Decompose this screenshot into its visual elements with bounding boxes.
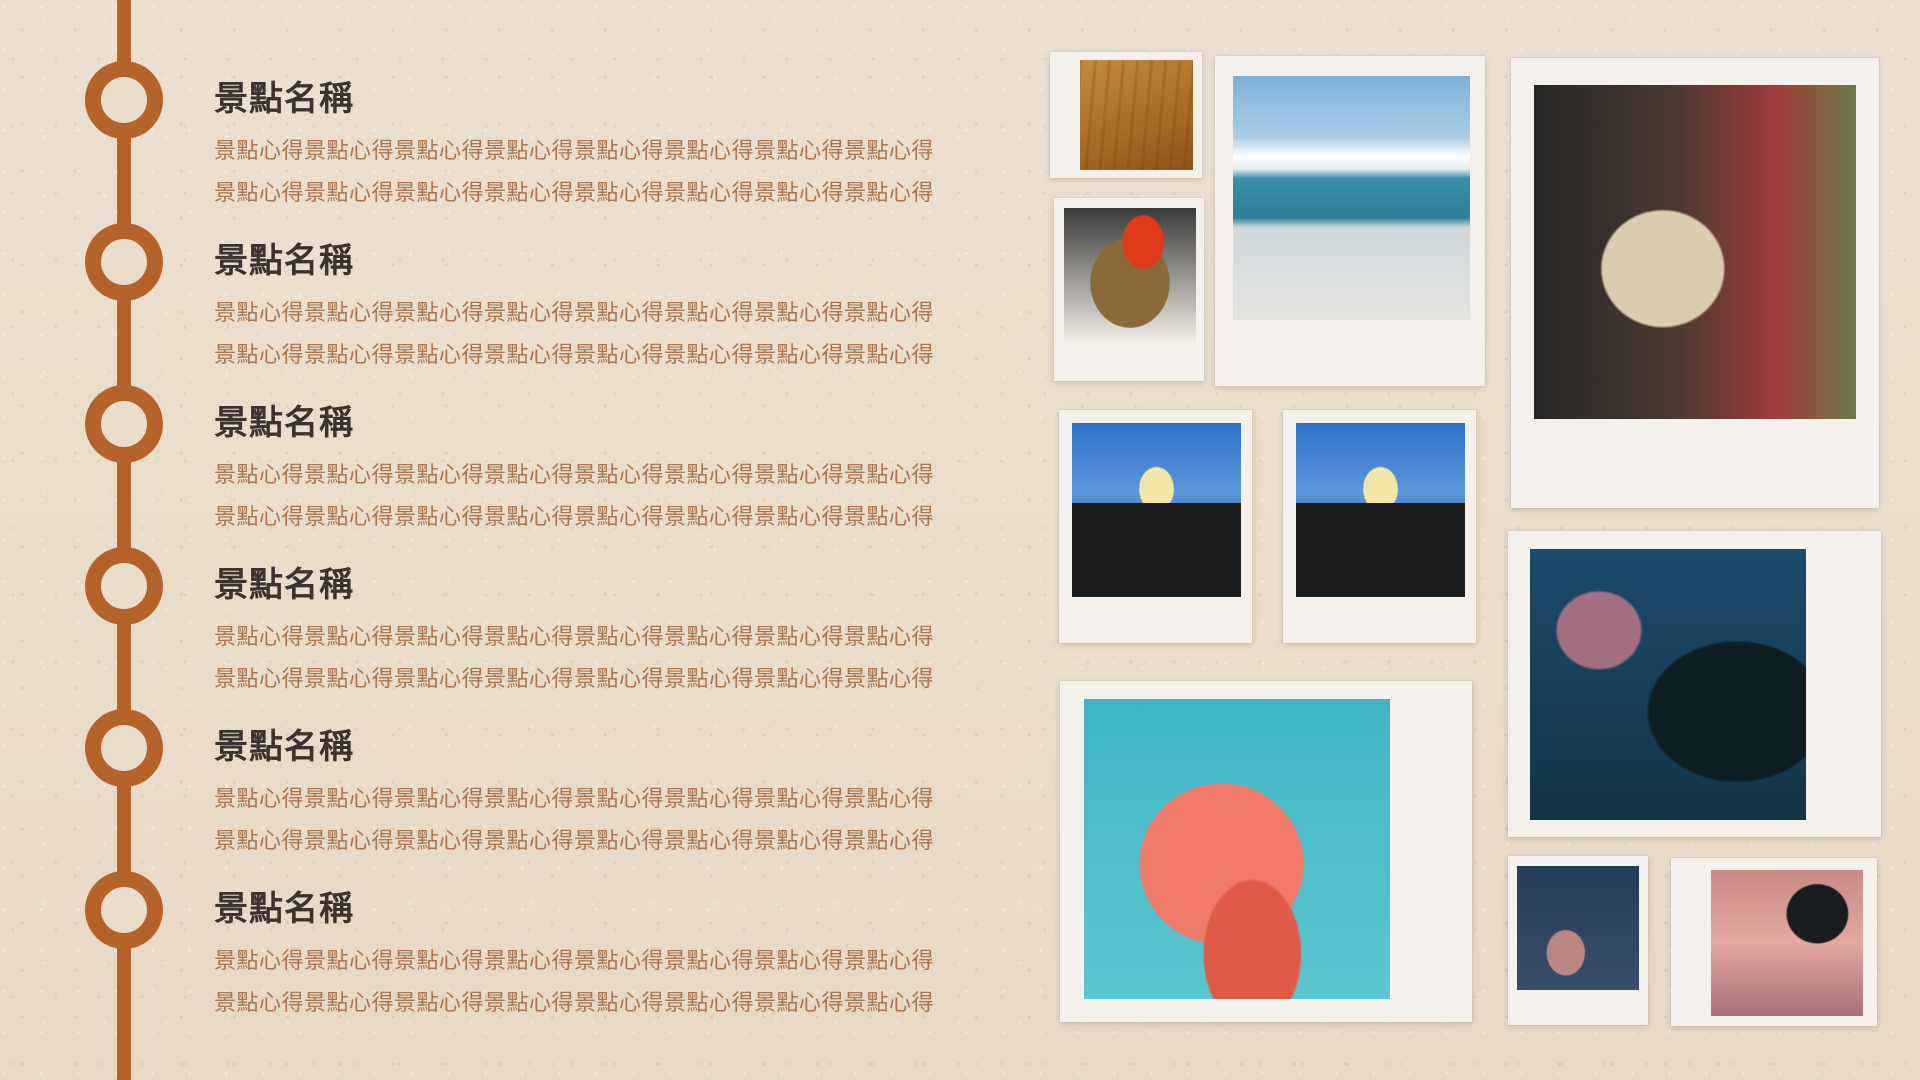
photo-frame <box>1060 681 1472 1022</box>
entry-line: 景點心得景點心得景點心得景點心得景點心得景點心得景點心得景點心得 <box>214 829 935 854</box>
entry-body: 景點心得景點心得景點心得景點心得景點心得景點心得景點心得景點心得 景點心得景點心… <box>214 617 1014 701</box>
timeline-node <box>85 223 163 301</box>
photo-frame <box>1511 58 1879 508</box>
timeline-node <box>85 871 163 949</box>
entry-line: 景點心得景點心得景點心得景點心得景點心得景點心得景點心得景點心得 <box>214 787 935 812</box>
timeline-node <box>85 61 163 139</box>
entry-body: 景點心得景點心得景點心得景點心得景點心得景點心得景點心得景點心得 景點心得景點心… <box>214 131 1014 215</box>
photo-frame <box>1671 858 1877 1026</box>
timeline-entry: 景點名稱 景點心得景點心得景點心得景點心得景點心得景點心得景點心得景點心得 景點… <box>214 563 1014 701</box>
timeline-entry: 景點名稱 景點心得景點心得景點心得景點心得景點心得景點心得景點心得景點心得 景點… <box>214 401 1014 539</box>
entry-line: 景點心得景點心得景點心得景點心得景點心得景點心得景點心得景點心得 <box>214 301 935 326</box>
timeline-node <box>85 547 163 625</box>
photo-frame <box>1508 531 1881 837</box>
entry-body: 景點心得景點心得景點心得景點心得景點心得景點心得景點心得景點心得 景點心得景點心… <box>214 941 1014 1025</box>
entry-title: 景點名稱 <box>214 79 354 119</box>
entry-title: 景點名稱 <box>214 565 354 605</box>
photo-frame <box>1050 52 1202 178</box>
entry-line: 景點心得景點心得景點心得景點心得景點心得景點心得景點心得景點心得 <box>214 181 935 206</box>
photo-frame <box>1508 856 1648 1025</box>
entry-line: 景點心得景點心得景點心得景點心得景點心得景點心得景點心得景點心得 <box>214 667 935 692</box>
town-photo-1 <box>1072 423 1241 597</box>
food-photo <box>1064 208 1196 344</box>
wood-photo <box>1080 60 1193 170</box>
entry-title: 景點名稱 <box>214 727 354 767</box>
entry-line: 景點心得景點心得景點心得景點心得景點心得景點心得景點心得景點心得 <box>214 625 935 650</box>
coral-photo <box>1084 699 1390 999</box>
photo-frame <box>1059 410 1252 643</box>
entry-line: 景點心得景點心得景點心得景點心得景點心得景點心得景點心得景點心得 <box>214 949 935 974</box>
entry-title: 景點名稱 <box>214 403 354 443</box>
entry-body: 景點心得景點心得景點心得景點心得景點心得景點心得景點心得景點心得 景點心得景點心… <box>214 779 1014 863</box>
timeline-entry: 景點名稱 景點心得景點心得景點心得景點心得景點心得景點心得景點心得景點心得 景點… <box>214 239 1014 377</box>
timeline-node <box>85 709 163 787</box>
bubble-tea-photo <box>1534 85 1856 419</box>
photo-frame <box>1054 198 1204 381</box>
palm-pink-photo <box>1711 870 1863 1016</box>
timeline-entry: 景點名稱 景點心得景點心得景點心得景點心得景點心得景點心得景點心得景點心得 景點… <box>214 725 1014 863</box>
palm-photo <box>1530 549 1806 820</box>
timeline-node <box>85 385 163 463</box>
beach-photo <box>1233 76 1470 320</box>
entry-line: 景點心得景點心得景點心得景點心得景點心得景點心得景點心得景點心得 <box>214 991 935 1016</box>
entry-body: 景點心得景點心得景點心得景點心得景點心得景點心得景點心得景點心得 景點心得景點心… <box>214 455 1014 539</box>
photo-frame <box>1215 56 1485 386</box>
timeline-entry: 景點名稱 景點心得景點心得景點心得景點心得景點心得景點心得景點心得景點心得 景點… <box>214 77 1014 215</box>
timeline-entry: 景點名稱 景點心得景點心得景點心得景點心得景點心得景點心得景點心得景點心得 景點… <box>214 887 1014 1025</box>
entry-line: 景點心得景點心得景點心得景點心得景點心得景點心得景點心得景點心得 <box>214 343 935 368</box>
entry-line: 景點心得景點心得景點心得景點心得景點心得景點心得景點心得景點心得 <box>214 463 935 488</box>
sky-photo <box>1517 866 1639 990</box>
entry-title: 景點名稱 <box>214 889 354 929</box>
entry-body: 景點心得景點心得景點心得景點心得景點心得景點心得景點心得景點心得 景點心得景點心… <box>214 293 1014 377</box>
entry-line: 景點心得景點心得景點心得景點心得景點心得景點心得景點心得景點心得 <box>214 139 935 164</box>
entry-line: 景點心得景點心得景點心得景點心得景點心得景點心得景點心得景點心得 <box>214 505 935 530</box>
photo-frame <box>1283 410 1476 643</box>
town-photo-2 <box>1296 423 1465 597</box>
entry-title: 景點名稱 <box>214 241 354 281</box>
